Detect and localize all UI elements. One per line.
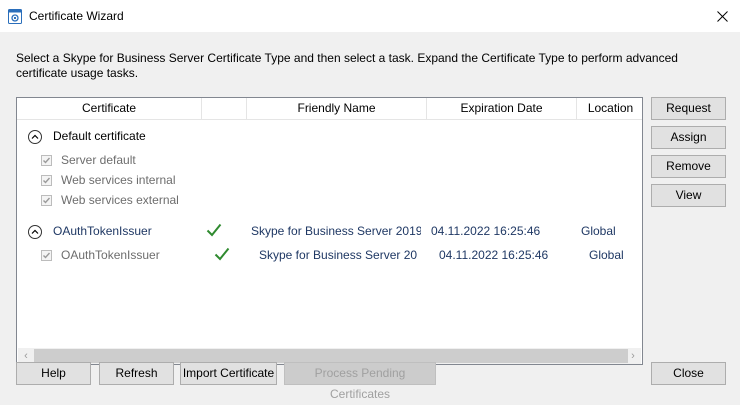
collapse-icon[interactable] xyxy=(28,130,42,144)
list-item-server-default[interactable]: Server default xyxy=(17,151,642,171)
help-button[interactable]: Help xyxy=(16,362,91,385)
view-button[interactable]: View xyxy=(651,184,726,207)
import-certificate-button[interactable]: Import Certificate xyxy=(180,362,277,385)
collapse-icon[interactable] xyxy=(28,225,42,239)
list-item-oauthtokenissuer[interactable]: OAuthTokenIssuer Skype for Business Serv… xyxy=(17,246,642,266)
certificate-list[interactable]: Certificate Friendly Name Expiration Dat… xyxy=(16,97,643,365)
process-pending-certificates-button[interactable]: Process Pending Certificates xyxy=(284,362,436,401)
checkbox[interactable] xyxy=(41,250,52,261)
certificate-app-icon xyxy=(8,9,22,24)
column-header-status[interactable] xyxy=(202,98,247,119)
window-title: Certificate Wizard xyxy=(29,9,124,23)
expiration-date: 04.11.2022 16:25:46 xyxy=(431,224,541,238)
assign-button[interactable]: Assign xyxy=(651,126,726,149)
group-row-oauthtokenissuer[interactable]: OAuthTokenIssuer Skype for Business Serv… xyxy=(17,222,642,242)
column-header-location[interactable]: Location xyxy=(577,98,642,119)
close-button[interactable]: Close xyxy=(651,362,726,385)
group-label: OAuthTokenIssuer xyxy=(53,224,152,238)
instructions-text: Select a Skype for Business Server Certi… xyxy=(16,51,678,80)
location: Global xyxy=(589,248,624,262)
column-header-expiration-date[interactable]: Expiration Date xyxy=(427,98,577,119)
title-bar: Certificate Wizard xyxy=(0,0,740,32)
check-icon xyxy=(214,247,230,264)
item-label: Server default xyxy=(61,153,136,167)
group-row-default-certificate[interactable]: Default certificate xyxy=(17,127,642,147)
expiration-date: 04.11.2022 16:25:46 xyxy=(439,248,549,262)
scrollbar-thumb[interactable] xyxy=(34,349,628,363)
request-button[interactable]: Request xyxy=(651,97,726,120)
list-header: Certificate Friendly Name Expiration Dat… xyxy=(17,98,642,120)
column-header-friendly-name[interactable]: Friendly Name xyxy=(247,98,427,119)
remove-button[interactable]: Remove xyxy=(651,155,726,178)
item-label: OAuthTokenIssuer xyxy=(61,248,160,262)
scroll-right-icon[interactable]: › xyxy=(625,348,641,364)
location: Global xyxy=(581,224,616,238)
close-icon xyxy=(716,10,728,22)
list-item-web-services-internal[interactable]: Web services internal xyxy=(17,171,642,191)
item-label: Web services external xyxy=(61,193,179,207)
checkbox[interactable] xyxy=(41,195,52,206)
refresh-button[interactable]: Refresh xyxy=(99,362,174,385)
item-label: Web services internal xyxy=(61,173,176,187)
checkbox[interactable] xyxy=(41,155,52,166)
window-close-button[interactable] xyxy=(704,0,740,32)
column-header-certificate[interactable]: Certificate xyxy=(17,98,202,119)
friendly-name: Skype for Business Server 2019 ( xyxy=(251,224,421,238)
list-item-web-services-external[interactable]: Web services external xyxy=(17,191,642,211)
group-label: Default certificate xyxy=(53,129,146,143)
checkbox[interactable] xyxy=(41,175,52,186)
check-icon xyxy=(206,223,222,240)
friendly-name: Skype for Business Server 20 xyxy=(259,248,418,262)
